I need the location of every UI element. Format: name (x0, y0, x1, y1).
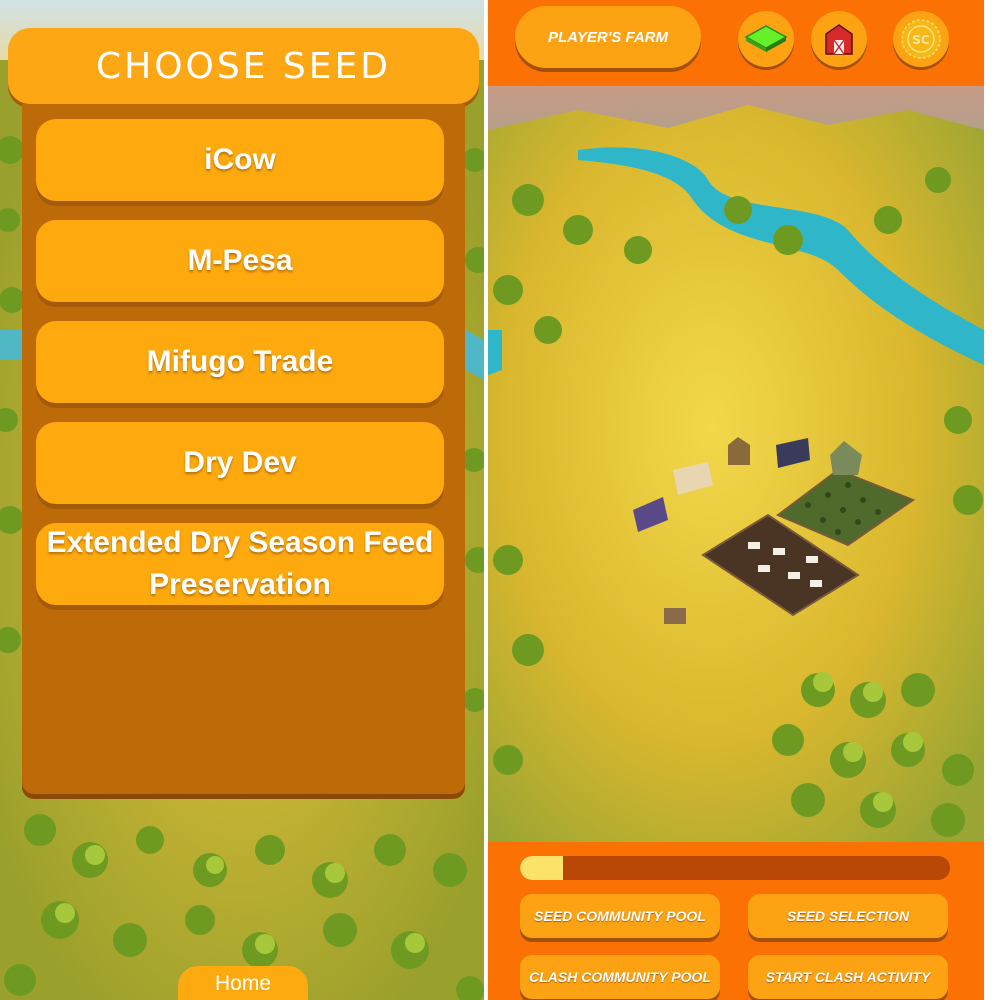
seed-community-pool-button[interactable]: SEED COMMUNITY POOL (520, 894, 720, 938)
seed-option-extended-dry-season-feed-preservation[interactable]: Extended Dry Season Feed Preservation (36, 523, 444, 605)
seed-selection-screen: CHOOSE SEED iCow M-Pesa Mifugo Trade Dry… (0, 0, 484, 1000)
players-farm-button[interactable]: PLAYER'S FARM (515, 6, 701, 68)
barn-button[interactable] (811, 11, 867, 67)
farm-bottom-bar: SEED COMMUNITY POOL SEED SELECTION CLASH… (488, 842, 984, 1000)
seed-option-icow[interactable]: iCow (36, 119, 444, 201)
farm-screen: PLAYER'S FARM SC SEED COMMUNITY POOL SEE… (488, 0, 984, 1000)
barn-icon (825, 24, 853, 55)
seed-list-panel: iCow M-Pesa Mifugo Trade Dry Dev Extende… (22, 104, 465, 794)
choose-seed-title: CHOOSE SEED (96, 45, 391, 87)
home-button[interactable]: Home (178, 966, 308, 1000)
seed-selection-button[interactable]: SEED SELECTION (748, 894, 948, 938)
choose-seed-header: CHOOSE SEED (8, 28, 479, 104)
right-margin (984, 0, 1000, 1000)
seed-option-dry-dev[interactable]: Dry Dev (36, 422, 444, 504)
farm-top-bar: PLAYER'S FARM SC (488, 0, 984, 86)
progress-bar (520, 856, 950, 880)
land-tile-icon (744, 25, 788, 52)
coin-icon: SC (901, 19, 941, 59)
progress-bar-fill (520, 856, 563, 880)
land-tile-button[interactable] (738, 11, 794, 67)
coin-button[interactable]: SC (893, 11, 949, 67)
clash-community-pool-button[interactable]: CLASH COMMUNITY POOL (520, 955, 720, 999)
seed-option-mifugo-trade[interactable]: Mifugo Trade (36, 321, 444, 403)
coin-label: SC (912, 33, 930, 47)
start-clash-activity-button[interactable]: START CLASH ACTIVITY (748, 955, 948, 999)
seed-option-m-pesa[interactable]: M-Pesa (36, 220, 444, 302)
